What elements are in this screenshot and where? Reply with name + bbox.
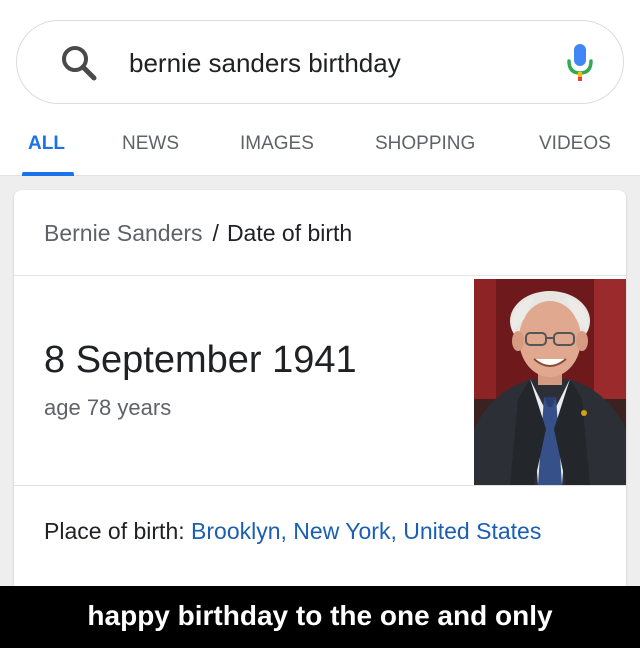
search-icon[interactable] bbox=[57, 41, 101, 85]
microphone-icon[interactable] bbox=[565, 41, 595, 83]
tab-news[interactable]: NEWS bbox=[122, 132, 179, 156]
place-of-birth-link[interactable]: Brooklyn, New York, United States bbox=[191, 518, 541, 544]
answer-age: age 78 years bbox=[44, 395, 172, 420]
tab-all[interactable]: ALL bbox=[28, 132, 65, 156]
place-of-birth-label: Place of birth: bbox=[44, 518, 192, 544]
answer-card: Bernie Sanders / Date of birth 8 September… bbox=[14, 190, 626, 590]
search-box[interactable]: bernie sanders birthday bbox=[16, 20, 624, 104]
search-area: bernie sanders birthday bbox=[0, 0, 640, 112]
tab-videos[interactable]: VIDEOS bbox=[539, 132, 611, 156]
tab-shopping[interactable]: SHOPPING bbox=[375, 132, 475, 156]
search-input[interactable]: bernie sanders birthday bbox=[129, 45, 401, 81]
portrait-image[interactable] bbox=[474, 279, 626, 485]
breadcrumb-attribute: Date of birth bbox=[226, 220, 353, 246]
place-of-birth: Place of birth: Brooklyn, New York, Unit… bbox=[44, 516, 541, 546]
tab-images[interactable]: IMAGES bbox=[240, 132, 314, 156]
caption-bar: happy birthday to the one and only bbox=[0, 586, 640, 648]
breadcrumb-entity[interactable]: Bernie Sanders bbox=[44, 220, 203, 246]
breadcrumb: Bernie Sanders / Date of birth bbox=[44, 218, 352, 248]
search-tabs: ALL NEWS IMAGES SHOPPING VIDEOS bbox=[0, 112, 640, 176]
breadcrumb-separator: / bbox=[212, 220, 219, 246]
card-header: Bernie Sanders / Date of birth bbox=[14, 190, 626, 276]
caption-text: happy birthday to the one and only bbox=[87, 600, 553, 631]
answer-date: 8 September 1941 bbox=[44, 339, 357, 381]
